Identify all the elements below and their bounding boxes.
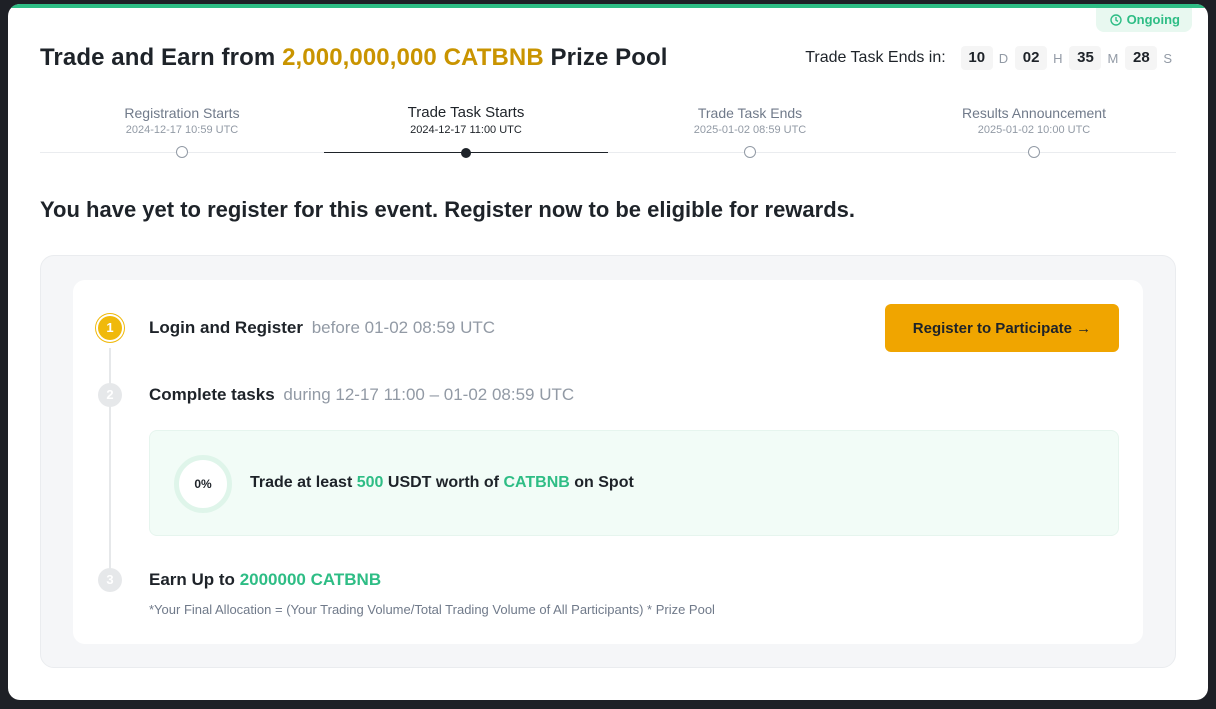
timeline-step-date: 2025-01-02 08:59 UTC	[693, 124, 807, 136]
event-timeline: Registration Starts 2024-12-17 10:59 UTC…	[40, 104, 1176, 164]
allocation-formula: *Your Final Allocation = (Your Trading V…	[149, 602, 715, 617]
task-text-3: on Spot	[574, 474, 634, 491]
registration-notice: You have yet to register for this event.…	[40, 197, 855, 222]
timeline-step-date: 2024-12-17 10:59 UTC	[125, 124, 239, 136]
step-2-period: during 12-17 11:00 – 01-02 08:59 UTC	[283, 385, 575, 404]
step-2-number: 2	[98, 383, 122, 407]
event-card: Ongoing Trade and Earn from 2,000,000,00…	[8, 4, 1208, 700]
timeline-dot	[744, 146, 756, 158]
step-2-title: Complete tasks during 12-17 11:00 – 01-0…	[149, 385, 574, 405]
timeline-step-name: Registration Starts	[124, 105, 240, 121]
countdown-minutes-unit: M	[1107, 50, 1119, 66]
step-1-number: 1	[98, 316, 122, 340]
step-3-label: Earn Up to	[149, 570, 235, 589]
countdown-label: Trade Task Ends in:	[805, 49, 946, 66]
timeline-step-trade-end: Trade Task Ends 2025-01-02 08:59 UTC	[608, 104, 892, 158]
countdown-hours: 02	[1015, 46, 1048, 70]
timeline-step-registration: Registration Starts 2024-12-17 10:59 UTC	[40, 104, 324, 158]
task-text-1: Trade at least	[250, 474, 353, 491]
timeline-track	[40, 152, 1176, 153]
timeline-step-date: 2024-12-17 11:00 UTC	[410, 124, 522, 136]
steps-card: 1 Login and Register before 01-02 08:59 …	[73, 280, 1143, 644]
task-card: 0% Trade at least 500 USDT worth of CATB…	[149, 430, 1119, 536]
prize-pool-amount: 2,000,000,000 CATBNB	[282, 44, 544, 71]
register-button[interactable]: Register to Participate →	[885, 304, 1119, 352]
countdown-hours-unit: H	[1053, 50, 1063, 66]
countdown-days-unit: D	[998, 50, 1009, 66]
timeline-step-results: Results Announcement 2025-01-02 10:00 UT…	[892, 104, 1176, 158]
step-1-label: Login and Register	[149, 318, 303, 337]
status-badge: Ongoing	[1095, 8, 1192, 32]
countdown-timer: Trade Task Ends in: 10 D 02 H 35 M 28 S	[805, 46, 1176, 70]
timeline-dot	[1028, 146, 1040, 158]
countdown-minutes: 35	[1069, 46, 1102, 70]
step-1-deadline: before 01-02 08:59 UTC	[311, 318, 496, 337]
reward-amount: 2000000 CATBNB	[239, 570, 382, 589]
clock-icon	[1109, 14, 1122, 26]
title-prefix: Trade and Earn from	[40, 44, 276, 71]
page-title: Trade and Earn from 2,000,000,000 CATBNB…	[40, 44, 668, 72]
steps-panel: 1 Login and Register before 01-02 08:59 …	[40, 255, 1176, 668]
task-progress-ring: 0%	[174, 455, 232, 513]
step-3-number: 3	[98, 568, 122, 592]
countdown-days: 10	[960, 46, 993, 70]
task-text-2: USDT worth of	[387, 474, 499, 491]
status-bar	[8, 4, 1208, 8]
step-2-label: Complete tasks	[149, 385, 275, 404]
timeline-step-name: Trade Task Starts	[407, 104, 525, 121]
timeline-step-name: Results Announcement	[962, 105, 1106, 121]
timeline-dot-active	[461, 148, 471, 158]
step-3-title: Earn Up to 2000000 CATBNB	[149, 570, 381, 590]
step-1-title: Login and Register before 01-02 08:59 UT…	[149, 318, 495, 338]
timeline-step-trade-start: Trade Task Starts 2024-12-17 11:00 UTC	[324, 104, 608, 158]
title-suffix: Prize Pool	[550, 44, 668, 71]
timeline-dot	[176, 146, 188, 158]
timeline-step-name: Trade Task Ends	[697, 105, 803, 121]
countdown-seconds-unit: S	[1163, 50, 1172, 66]
task-token: CATBNB	[503, 474, 570, 491]
task-description: Trade at least 500 USDT worth of CATBNB …	[250, 474, 634, 492]
task-amount: 500	[356, 474, 384, 491]
countdown-seconds: 28	[1125, 46, 1158, 70]
timeline-step-date: 2025-01-02 10:00 UTC	[977, 124, 1091, 136]
status-label: Ongoing	[1126, 12, 1180, 27]
